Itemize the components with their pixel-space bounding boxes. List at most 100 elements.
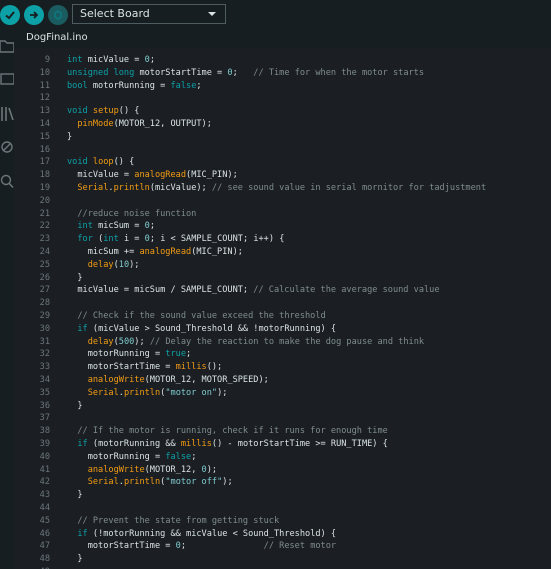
code-line[interactable]: 24 micSum += analogRead(MIC_PIN); bbox=[14, 246, 551, 259]
code-line[interactable]: 16 bbox=[14, 144, 551, 157]
code-line[interactable]: 28 bbox=[14, 297, 551, 310]
code-line[interactable]: 48 } bbox=[14, 553, 551, 566]
code-line[interactable]: 19 Serial.println(micValue); // see soun… bbox=[14, 182, 551, 195]
code-line[interactable]: 35 Serial.println("motor on"); bbox=[14, 387, 551, 400]
code-line[interactable]: 27 micValue = micSum / SAMPLE_COUNT; // … bbox=[14, 284, 551, 297]
code-token: // Check if the sound value exceed the t… bbox=[77, 311, 326, 321]
code-editor[interactable]: 9 int micValue = 0; 10 unsigned long motorS… bbox=[14, 48, 551, 569]
code-line[interactable]: 17 void loop() { bbox=[14, 156, 551, 169]
library-icon[interactable] bbox=[0, 105, 14, 123]
code-line[interactable]: 18 micValue = analogRead(MIC_PIN); bbox=[14, 169, 551, 182]
code-line[interactable]: 15} bbox=[14, 131, 551, 144]
code-token: motorStartTime = bbox=[67, 541, 176, 552]
code-line[interactable]: 26 } bbox=[14, 272, 551, 285]
line-number: 26 bbox=[39, 272, 50, 283]
line-number: 27 bbox=[39, 285, 50, 296]
code-line[interactable]: 41 analogWrite(MOTOR_12, 0); bbox=[14, 464, 551, 477]
code-line[interactable]: 46 if (!motorRunning && micValue < Sound… bbox=[14, 528, 551, 541]
code-line[interactable]: 22 int micSum = 0; bbox=[14, 220, 551, 233]
board-select-label: Select Board bbox=[80, 7, 150, 20]
code-token: millis bbox=[180, 439, 212, 449]
code-token: ; bbox=[149, 55, 155, 65]
code-line[interactable]: 10 unsigned long motorStartTime = 0; // T… bbox=[14, 67, 551, 80]
search-icon[interactable] bbox=[0, 173, 14, 191]
code-token: if bbox=[77, 528, 88, 539]
board-manager-icon[interactable] bbox=[0, 70, 14, 88]
code-token: (); bbox=[206, 362, 223, 373]
code-token: // Calculate the average sound value bbox=[253, 285, 440, 296]
code-token: false bbox=[165, 451, 192, 462]
code-token: analogWrite bbox=[87, 464, 145, 475]
code-line[interactable]: 14 pinMode(MOTOR_12, OUTPUT); bbox=[14, 118, 551, 131]
line-number: 9 bbox=[44, 55, 50, 65]
line-number: 39 bbox=[39, 439, 50, 449]
code-line[interactable]: 33 motorStartTime = millis(); bbox=[14, 361, 551, 374]
code-text: unsigned long motorStartTime = 0; // Tim… bbox=[67, 67, 424, 80]
code-text: // If the motor is running, check if it … bbox=[67, 425, 387, 438]
code-line[interactable]: 32 motorRunning = true; bbox=[14, 348, 551, 361]
code-token: ); bbox=[217, 387, 228, 398]
code-line[interactable]: 34 analogWrite(MOTOR_12, MOTOR_SPEED); bbox=[14, 374, 551, 387]
code-line[interactable]: 44 bbox=[14, 502, 551, 515]
tab-dogfinal[interactable]: DogFinal.ino bbox=[26, 32, 88, 43]
code-line[interactable]: 42 Serial.println("motor off"); bbox=[14, 476, 551, 489]
line-number: 21 bbox=[39, 208, 50, 219]
code-token: ; bbox=[186, 349, 192, 360]
code-line[interactable]: 45 // Prevent the state from getting stu… bbox=[14, 515, 551, 528]
line-number: 44 bbox=[39, 503, 50, 513]
code-text: } bbox=[67, 272, 82, 285]
code-token: analogRead bbox=[139, 247, 192, 257]
folder-icon[interactable] bbox=[0, 37, 14, 55]
code-token: ); bbox=[206, 464, 218, 475]
code-line[interactable]: 20 bbox=[14, 195, 551, 208]
debug-button[interactable] bbox=[48, 5, 68, 25]
code-token: motorRunning = bbox=[87, 80, 171, 91]
code-line[interactable]: 11 bool motorRunning = false; bbox=[14, 80, 551, 93]
code-line[interactable]: 21 //reduce noise function bbox=[14, 208, 551, 221]
code-text: Serial.println(micValue); // see sound v… bbox=[67, 182, 486, 195]
debug-icon[interactable] bbox=[0, 138, 14, 156]
code-text: micValue = micSum / SAMPLE_COUNT; // Cal… bbox=[67, 284, 440, 297]
code-token: // Time for when the motor starts bbox=[253, 67, 425, 78]
code-line[interactable]: 40 motorRunning = false; bbox=[14, 451, 551, 464]
code-token: bool bbox=[67, 80, 88, 91]
code-token: void bbox=[67, 106, 88, 117]
chevron-down-icon bbox=[208, 12, 216, 16]
code-line[interactable]: 39 if (motorRunning && millis() - motorS… bbox=[14, 438, 551, 451]
code-line[interactable]: 29 // Check if the sound value exceed th… bbox=[14, 310, 551, 323]
line-number: 10 bbox=[39, 67, 50, 78]
code-text: motorRunning = false; bbox=[67, 451, 197, 464]
code-text: for (int i = 0; i < SAMPLE_COUNT; i++) { bbox=[67, 233, 284, 246]
code-token: motorRunning = bbox=[67, 451, 166, 462]
board-select[interactable]: Select Board bbox=[72, 4, 226, 24]
code-text: void loop() { bbox=[67, 156, 134, 169]
code-token: // Prevent the state from getting stuck bbox=[77, 515, 280, 526]
line-number: 37 bbox=[39, 413, 50, 424]
verify-button[interactable] bbox=[0, 5, 20, 25]
code-line[interactable]: 47 motorStartTime = 0; // Reset motor bbox=[14, 540, 551, 553]
line-number: 36 bbox=[39, 400, 50, 411]
code-line[interactable]: 37 bbox=[14, 412, 551, 425]
code-line[interactable]: 31 delay(500); // Delay the reaction to … bbox=[14, 336, 551, 349]
code-token: analogRead bbox=[134, 170, 187, 181]
code-text: pinMode(MOTOR_12, OUTPUT); bbox=[67, 118, 212, 131]
upload-button[interactable] bbox=[24, 5, 44, 25]
line-number: 42 bbox=[39, 477, 50, 488]
code-line[interactable]: 12 bbox=[14, 92, 551, 105]
code-text: // Prevent the state from getting stuck bbox=[67, 515, 279, 528]
code-line[interactable]: 36 } bbox=[14, 400, 551, 413]
code-line[interactable]: 38 // If the motor is running, check if … bbox=[14, 425, 551, 438]
code-line[interactable]: 43 } bbox=[14, 489, 551, 502]
code-line[interactable]: 9 int micValue = 0; bbox=[14, 54, 551, 67]
code-token: //reduce noise function bbox=[77, 208, 197, 219]
code-line[interactable]: 25 delay(10); bbox=[14, 259, 551, 272]
code-token: motorStartTime = bbox=[134, 67, 228, 78]
code-line[interactable]: 23 for (int i = 0; i < SAMPLE_COUNT; i++… bbox=[14, 233, 551, 246]
code-line[interactable]: 30 if (micValue > Sound_Threshold && !mo… bbox=[14, 323, 551, 336]
code-text: analogWrite(MOTOR_12, MOTOR_SPEED); bbox=[67, 374, 269, 387]
code-line[interactable]: 13 void setup() { bbox=[14, 105, 551, 118]
